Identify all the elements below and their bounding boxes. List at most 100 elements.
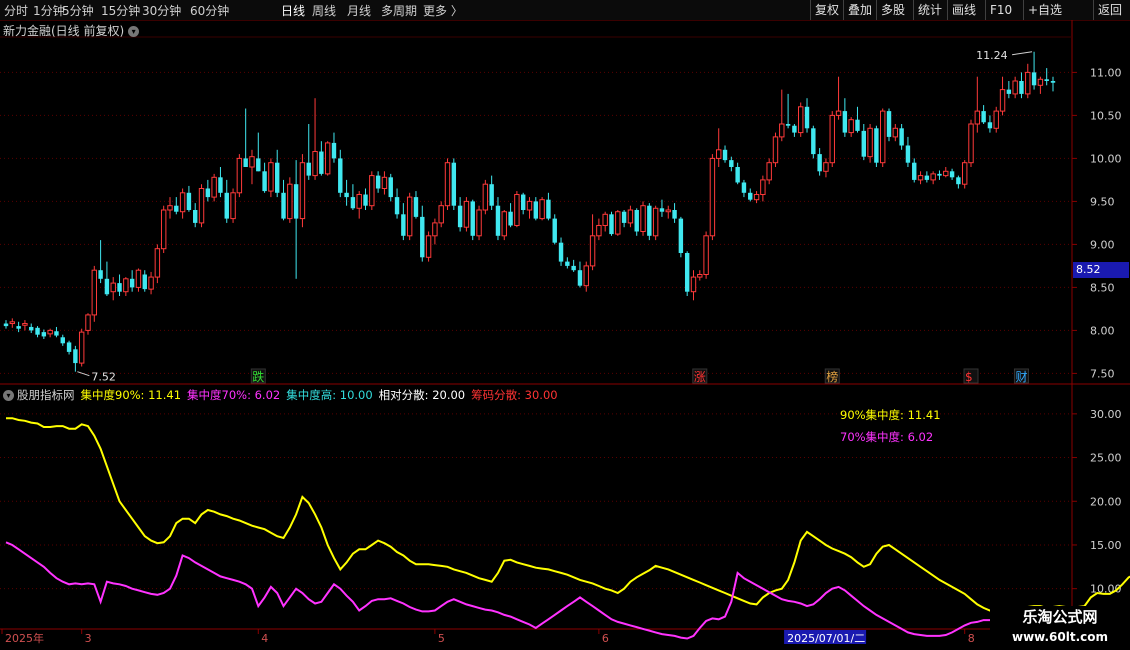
candle-body <box>968 123 974 164</box>
candle-body <box>609 214 614 235</box>
candle-body <box>135 269 142 288</box>
candle-body <box>3 323 9 327</box>
candle-body <box>413 197 419 217</box>
candle-body <box>306 162 311 176</box>
candle-body <box>748 192 753 200</box>
candle-body <box>817 154 822 172</box>
candle-body <box>350 197 356 209</box>
candle-body <box>243 158 248 167</box>
candle-body <box>482 183 489 211</box>
candle-body <box>174 205 179 212</box>
candle-body <box>463 200 470 228</box>
candle-body <box>319 151 324 174</box>
candle-body <box>193 210 198 223</box>
candle-body <box>91 269 98 316</box>
candle-body <box>753 194 760 201</box>
candle-body <box>256 158 261 172</box>
candle-body <box>275 162 280 193</box>
candle-body <box>924 175 930 180</box>
indicator-tick-label: 20.00 <box>1090 495 1122 508</box>
event-marker-4: 财 <box>1015 370 1027 384</box>
candle-body <box>690 276 697 293</box>
candle-body <box>129 278 135 288</box>
candle-body <box>224 192 229 219</box>
candle-body <box>268 162 274 192</box>
candle-body <box>338 158 343 193</box>
candle-body <box>205 188 211 198</box>
candle-body <box>1019 81 1024 94</box>
candle-body <box>879 110 886 164</box>
candle-body <box>198 188 205 224</box>
high-arrow <box>1012 51 1033 56</box>
candle-body <box>381 176 388 190</box>
event-marker-0: 跌 <box>252 369 264 384</box>
candle-body <box>495 205 501 236</box>
candle-body <box>123 278 129 293</box>
candle-body <box>489 184 494 206</box>
candle-body <box>571 265 576 271</box>
candle-body <box>766 162 772 181</box>
candle-body <box>552 218 557 243</box>
candle-body <box>779 123 785 138</box>
candle-body <box>249 156 255 168</box>
candle-body <box>344 192 349 198</box>
candle-body <box>236 157 243 194</box>
indicator-param-2: 集中度高: 10.00 <box>286 388 373 402</box>
candle-body <box>823 162 829 172</box>
candle-body <box>508 211 513 226</box>
price-panel-title: 新力金融(日线 前复权) ▾ <box>3 22 140 39</box>
date-label-3: 5 <box>438 632 445 645</box>
candle-body <box>961 162 968 185</box>
candle-body <box>356 194 362 209</box>
event-marker-3: $ <box>965 370 973 384</box>
candle-body <box>167 205 173 211</box>
candle-body <box>98 270 103 279</box>
candle-body <box>647 205 652 236</box>
candle-body <box>792 125 797 133</box>
last-price-label: 8.52 <box>1073 262 1129 278</box>
candle-body <box>539 199 545 220</box>
chart-canvas: 11.00 10.50 10.00 9.50 9.00 8.50 8.00 7.50 30.00… <box>0 20 1130 650</box>
candle-body <box>672 210 677 219</box>
candle-body <box>1031 72 1037 86</box>
candle-body <box>78 331 85 364</box>
candle-body <box>1050 81 1056 83</box>
candle-body <box>596 224 602 237</box>
candle-body <box>886 111 892 137</box>
indicator-tick-label: 15.00 <box>1090 539 1122 552</box>
candle-body <box>420 216 425 258</box>
candle-body <box>211 176 217 198</box>
candle-body <box>937 173 942 176</box>
candle-body <box>1025 71 1031 95</box>
candle-body <box>160 209 167 250</box>
indicator-title: ▾ 股朋指标网 集中度90%: 11.41 集中度70%: 6.02 集中度高: 10.… <box>3 387 570 403</box>
indicator-tick-label: 30.00 <box>1090 408 1122 421</box>
candle-body <box>565 261 570 266</box>
event-marker-2: 榜 <box>826 369 838 384</box>
indicator-name: 股朋指标网 <box>17 388 75 402</box>
candle-body <box>974 110 981 125</box>
candle-body <box>842 111 848 133</box>
legend-item-1: 70%集中度: 6.02 <box>840 430 934 444</box>
cursor-date-label: 2025/07/01/二 <box>787 632 865 645</box>
chevron-down-icon[interactable]: ▾ <box>128 26 140 37</box>
candle-body <box>476 209 482 237</box>
candle-body <box>66 342 72 352</box>
candle-body <box>634 210 639 232</box>
candle-body <box>54 331 59 336</box>
candle-body <box>855 119 860 131</box>
candle-body <box>583 265 589 287</box>
candle-body <box>1044 79 1049 81</box>
candle-body <box>949 171 955 178</box>
candle-body <box>154 248 161 278</box>
chevron-down-icon[interactable]: ▾ <box>3 390 14 401</box>
candle-body <box>331 142 337 159</box>
candle-body <box>760 179 766 196</box>
candle-body <box>432 222 438 237</box>
candle-body <box>981 111 986 123</box>
high-price-label: 11.24 <box>976 49 1008 62</box>
price-tick-label: 7.50 <box>1090 367 1115 380</box>
candle-body <box>16 326 21 329</box>
candle-body <box>993 110 999 129</box>
candle-body <box>324 142 331 175</box>
